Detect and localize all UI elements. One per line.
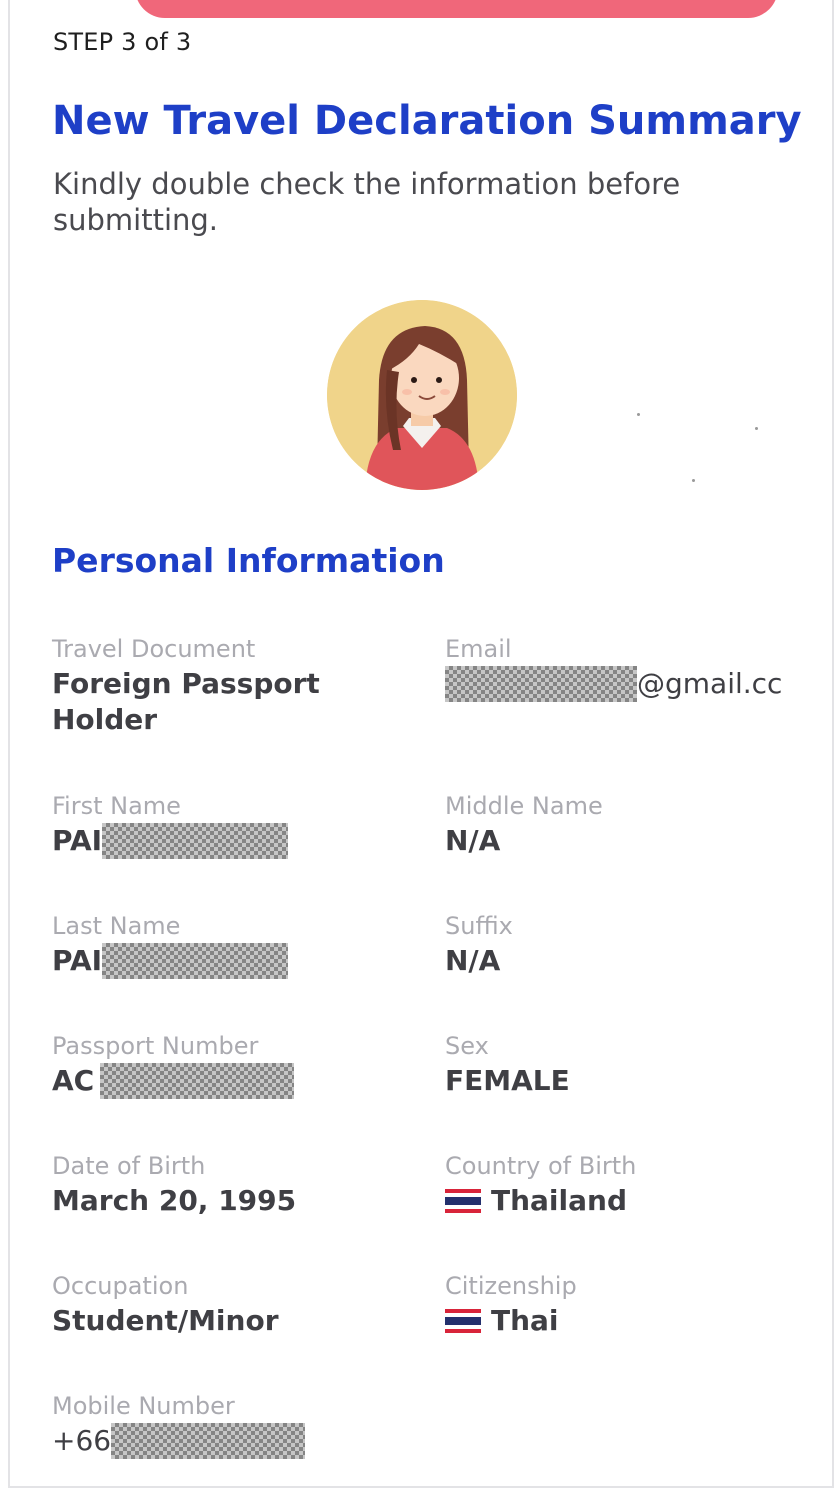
field-suffix: Suffix N/A [445, 911, 815, 979]
field-value: March 20, 1995 [52, 1184, 297, 1217]
email-domain: @gmail.cc [637, 667, 783, 700]
field-value: +66 [52, 1423, 382, 1459]
redacted-block [100, 1063, 295, 1099]
field-label: First Name [52, 792, 181, 820]
female-avatar-icon [327, 300, 517, 490]
redacted-block [111, 1423, 306, 1459]
field-value: PAI [52, 823, 382, 859]
field-label: Travel Document [52, 635, 256, 663]
field-value: @gmail.cc [445, 666, 815, 702]
noise-dot [692, 479, 695, 482]
field-label: Last Name [52, 912, 181, 940]
field-label: Occupation [52, 1272, 189, 1300]
page-subtitle: Kindly double check the information befo… [53, 167, 681, 237]
field-label: Sex [445, 1032, 489, 1060]
field-country-of-birth: Country of Birth Thailand [445, 1151, 815, 1219]
field-first-name: First Name PAI [52, 791, 382, 859]
noise-dot [755, 427, 758, 430]
field-label: Date of Birth [52, 1152, 206, 1180]
thailand-flag-icon [445, 1189, 481, 1213]
redacted-block [445, 666, 637, 702]
top-banner [135, 0, 778, 18]
field-value: Thai [445, 1303, 815, 1339]
field-label: Email [445, 635, 512, 663]
field-label: Middle Name [445, 792, 603, 820]
step-indicator: STEP 3 of 3 [53, 28, 192, 56]
field-mobile-number: Mobile Number +66 [52, 1391, 382, 1459]
value-prefix: PAI [52, 824, 103, 857]
field-last-name: Last Name PAI [52, 911, 382, 979]
redacted-block [102, 943, 289, 979]
field-label: Citizenship [445, 1272, 577, 1300]
field-label: Suffix [445, 912, 513, 940]
value-prefix: +66 [52, 1424, 112, 1457]
field-value: Foreign Passport Holder [52, 667, 320, 736]
field-citizenship: Citizenship Thai [445, 1271, 815, 1339]
field-label: Passport Number [52, 1032, 259, 1060]
field-middle-name: Middle Name N/A [445, 791, 815, 859]
field-value: FEMALE [445, 1064, 570, 1097]
thailand-flag-icon [445, 1309, 481, 1333]
field-sex: Sex FEMALE [445, 1031, 815, 1099]
page-title: New Travel Declaration Summary [52, 98, 802, 144]
field-label: Country of Birth [445, 1152, 637, 1180]
value-prefix: PAI [52, 944, 103, 977]
field-occupation: Occupation Student/Minor [52, 1271, 382, 1339]
field-passport-number: Passport Number AC [52, 1031, 382, 1099]
field-email: Email @gmail.cc [445, 634, 815, 702]
field-value: Thailand [445, 1183, 815, 1219]
field-date-of-birth: Date of Birth March 20, 1995 [52, 1151, 382, 1219]
avatar [327, 300, 517, 490]
country-name: Thailand [491, 1184, 627, 1217]
section-title-personal-information: Personal Information [52, 541, 445, 580]
field-value: N/A [445, 944, 501, 977]
value-prefix: AC [52, 1064, 95, 1097]
citizenship-name: Thai [491, 1304, 559, 1337]
field-value: N/A [445, 824, 501, 857]
field-travel-document: Travel Document Foreign Passport Holder [52, 634, 382, 738]
field-value: Student/Minor [52, 1304, 279, 1337]
field-value: AC [52, 1063, 382, 1099]
field-value: PAI [52, 943, 382, 979]
noise-dot [637, 413, 640, 416]
field-label: Mobile Number [52, 1392, 235, 1420]
redacted-block [102, 823, 289, 859]
